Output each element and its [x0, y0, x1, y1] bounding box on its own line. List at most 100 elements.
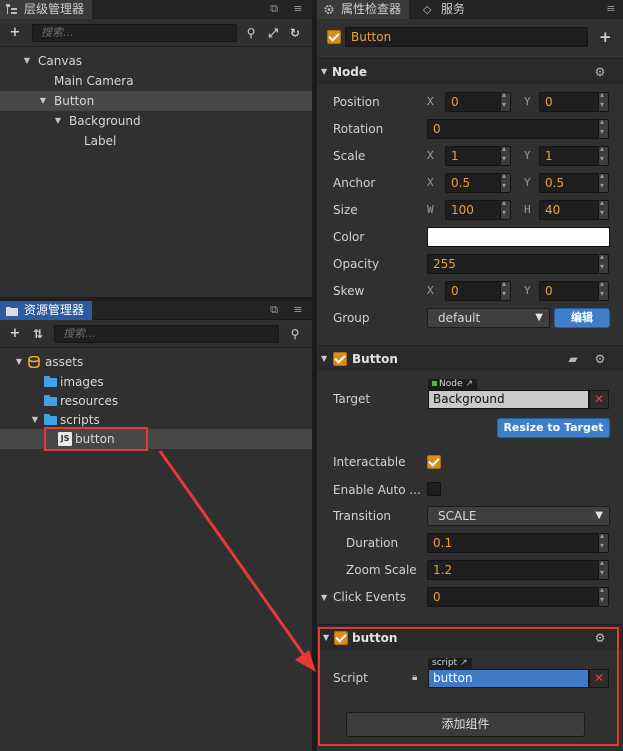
add-icon[interactable]: +: [7, 24, 23, 42]
size-h-input[interactable]: 40: [539, 200, 599, 220]
position-y-stepper[interactable]: [599, 90, 609, 112]
gear-icon[interactable]: ⚙: [594, 66, 606, 78]
assets-search-input[interactable]: 搜索...: [54, 325, 279, 343]
expand-arrow-icon[interactable]: ▼: [53, 111, 63, 131]
resize-to-target-button[interactable]: Resize to Target: [497, 418, 610, 438]
click-events-stepper[interactable]: [599, 585, 609, 607]
expand-arrow-icon[interactable]: ▼: [14, 352, 24, 372]
node-section-header[interactable]: ▼ Node ⚙: [318, 58, 623, 84]
external-link-icon[interactable]: ↗: [466, 379, 474, 389]
node-active-checkbox[interactable]: [327, 30, 341, 44]
anchor-y-input[interactable]: 0.5: [539, 173, 599, 193]
hierarchy-toolbar: + 搜索... ⚲ ⤢ ↻: [0, 20, 312, 47]
scale-y-stepper[interactable]: [599, 144, 609, 166]
search-icon[interactable]: ⚲: [287, 325, 303, 343]
gear-icon[interactable]: ⚙: [594, 353, 606, 365]
tree-item-canvas[interactable]: ▼ Canvas: [0, 51, 312, 71]
highlight-box: [44, 427, 148, 451]
tree-item-main-camera[interactable]: Main Camera: [0, 71, 312, 91]
maximize-icon[interactable]: ⧉: [268, 304, 280, 316]
skew-y-input[interactable]: 0: [539, 281, 599, 301]
opacity-input[interactable]: 255: [427, 254, 599, 274]
duration-stepper[interactable]: [599, 531, 609, 553]
tab-assets[interactable]: 资源管理器: [0, 301, 93, 320]
interactable-checkbox[interactable]: [427, 455, 441, 469]
x-axis-label: X: [427, 95, 434, 108]
folder-icon: [44, 376, 57, 387]
collapse-arrow-icon[interactable]: ▼: [321, 354, 327, 363]
refresh-icon[interactable]: ↻: [287, 24, 303, 42]
tree-item-background[interactable]: ▼ Background: [0, 111, 312, 131]
button-section-header[interactable]: ▼ Button ▰ ⚙: [318, 345, 623, 371]
search-icon[interactable]: ⚲: [243, 24, 259, 42]
anchor-x-stepper[interactable]: [501, 171, 511, 193]
tab-hierarchy[interactable]: 层级管理器: [0, 0, 93, 19]
rotation-input[interactable]: 0: [427, 119, 599, 139]
x-axis-label: X: [427, 284, 434, 297]
menu-icon[interactable]: ≡: [292, 3, 304, 15]
add-component-plus-icon[interactable]: +: [599, 28, 612, 46]
position-x-input[interactable]: 0: [445, 92, 501, 112]
y-axis-label: Y: [524, 176, 531, 189]
target-ref-field[interactable]: Background: [428, 390, 589, 409]
size-h-stepper[interactable]: [599, 198, 609, 220]
expand-arrow-icon[interactable]: ▼: [22, 51, 32, 71]
folder-icon: [6, 307, 18, 316]
enable-auto-checkbox[interactable]: [427, 482, 441, 496]
target-clear-icon[interactable]: ✕: [589, 390, 609, 409]
hierarchy-search-input[interactable]: 搜索...: [32, 24, 237, 42]
target-label: Target: [333, 392, 371, 406]
rotation-stepper[interactable]: [599, 117, 609, 139]
scale-x-input[interactable]: 1: [445, 146, 501, 166]
size-w-input[interactable]: 100: [445, 200, 501, 220]
tree-item-label[interactable]: Label: [0, 131, 312, 151]
target-type-tag: Node ↗: [428, 379, 478, 390]
transition-dropdown[interactable]: SCALE ▼: [427, 506, 610, 526]
skew-x-input[interactable]: 0: [445, 281, 501, 301]
expand-arrow-icon[interactable]: ▼: [30, 410, 40, 430]
collapse-arrow-icon[interactable]: ▼: [321, 67, 327, 76]
menu-icon[interactable]: ≡: [292, 304, 304, 316]
asset-item-assets[interactable]: ▼ assets: [0, 352, 312, 372]
scale-x-stepper[interactable]: [501, 144, 511, 166]
tab-inspector[interactable]: 属性检查器: [317, 0, 410, 19]
color-swatch[interactable]: [427, 227, 610, 247]
y-axis-label: Y: [524, 95, 531, 108]
size-label: Size: [333, 203, 358, 217]
skew-x-stepper[interactable]: [501, 279, 511, 301]
position-y-input[interactable]: 0: [539, 92, 599, 112]
anchor-y-stepper[interactable]: [599, 171, 609, 193]
zoom-scale-input[interactable]: 1.2: [427, 560, 599, 580]
skew-y-stepper[interactable]: [599, 279, 609, 301]
duration-input[interactable]: 0.1: [427, 533, 599, 553]
node-section-title: Node: [332, 65, 368, 79]
zoom-scale-stepper[interactable]: [599, 558, 609, 580]
sort-icon[interactable]: ⇅: [30, 325, 46, 343]
maximize-icon[interactable]: ⧉: [268, 3, 280, 15]
expand-icon[interactable]: ⤢: [265, 24, 281, 42]
size-w-stepper[interactable]: [501, 198, 511, 220]
tree-item-button[interactable]: ▼ Button: [0, 91, 312, 111]
position-label: Position: [333, 95, 380, 109]
asset-item-resources[interactable]: resources: [0, 391, 312, 411]
button-enabled-checkbox[interactable]: [333, 352, 347, 366]
help-book-icon[interactable]: ▰: [567, 353, 579, 365]
menu-icon[interactable]: ≡: [605, 3, 617, 15]
add-icon[interactable]: +: [7, 325, 23, 343]
collapse-arrow-icon[interactable]: ▼: [321, 593, 327, 602]
asset-item-images[interactable]: images: [0, 372, 312, 392]
group-dropdown[interactable]: default ▼: [427, 308, 550, 328]
click-events-input[interactable]: 0: [427, 587, 599, 607]
node-name-input[interactable]: Button: [345, 27, 588, 47]
x-axis-label: X: [427, 149, 434, 162]
group-edit-button[interactable]: 编辑: [554, 308, 610, 328]
x-axis-label: X: [427, 176, 434, 189]
h-axis-label: H: [524, 203, 531, 216]
tab-service[interactable]: ◇ 服务: [417, 0, 473, 19]
scale-y-input[interactable]: 1: [539, 146, 599, 166]
expand-arrow-icon[interactable]: ▼: [38, 91, 48, 111]
rotation-label: Rotation: [333, 122, 384, 136]
opacity-stepper[interactable]: [599, 252, 609, 274]
anchor-x-input[interactable]: 0.5: [445, 173, 501, 193]
position-x-stepper[interactable]: [501, 90, 511, 112]
